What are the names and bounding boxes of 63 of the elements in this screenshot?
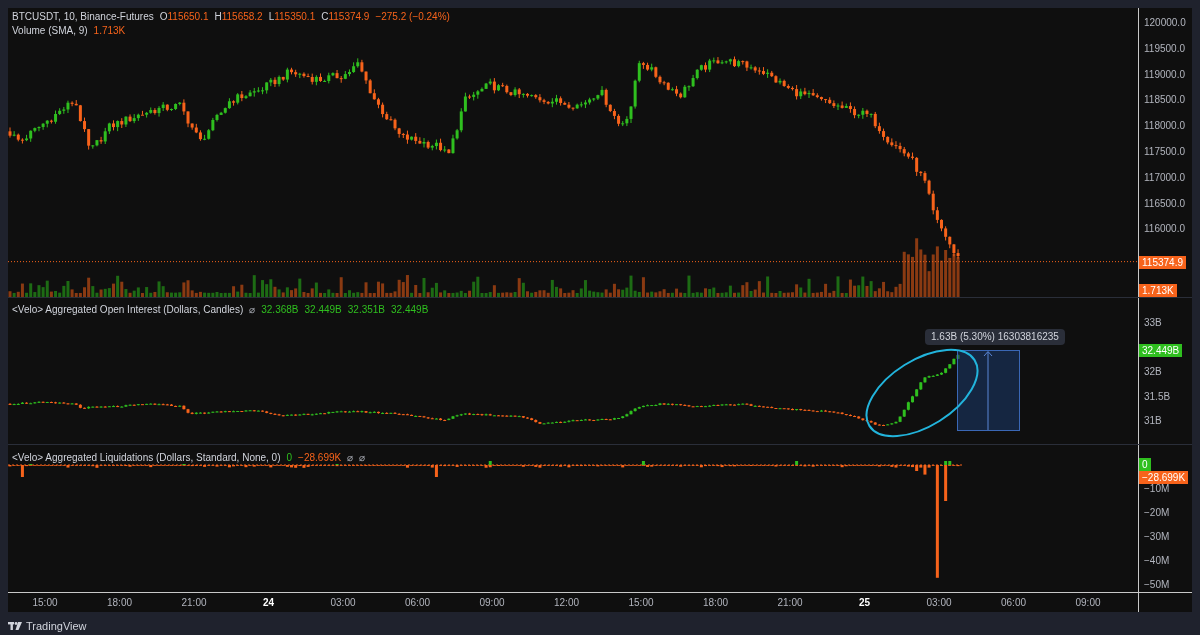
axis-label: 33B: [1144, 317, 1162, 329]
price-badge: 32.449B: [1139, 344, 1183, 357]
indicator-title: <Velo> Aggregated Open Interest (Dollars, Candles): [12, 304, 244, 316]
axis-label: 31B: [1144, 415, 1162, 427]
indicator-value: 32.449B: [304, 304, 342, 316]
axis-label: 117000.0: [1144, 171, 1185, 184]
time-label: 03:00: [330, 597, 356, 609]
price-badge: 115374.9: [1139, 256, 1186, 269]
volume-value: 1.713K: [93, 25, 126, 37]
brand-name: TradingView: [26, 619, 87, 634]
axis-label: −40M: [1144, 555, 1170, 567]
time-label: 06:00: [405, 597, 430, 609]
measure-tooltip: 1.63B (5.30%) 16303816235: [925, 329, 1065, 345]
time-label: 18:00: [703, 597, 728, 609]
indicator-value: 32.351B: [347, 304, 386, 316]
time-label: 21:00: [181, 597, 207, 609]
axis-label: 116000.0: [1144, 223, 1185, 236]
indicator-value: −28.699K: [298, 452, 342, 464]
price-badge: 0: [1139, 458, 1151, 471]
ohlc-label: H: [214, 11, 222, 23]
axis-label: 117500.0: [1144, 146, 1185, 158]
axis-label: 118000.0: [1144, 120, 1185, 133]
axis-label: 118500.0: [1144, 94, 1185, 107]
axis-label: −20M: [1144, 507, 1170, 519]
axis-label: −10M: [1144, 483, 1170, 495]
axis-label: −50M: [1144, 579, 1170, 591]
time-label: 09:00: [479, 597, 505, 609]
axis-label: −30M: [1144, 531, 1170, 543]
time-label: 25: [858, 597, 871, 609]
axis-label: 31.5B: [1144, 390, 1171, 403]
time-label: 12:00: [554, 597, 579, 609]
axis-label: 119000.0: [1144, 68, 1185, 81]
time-label: 09:00: [1075, 597, 1101, 609]
time-label: 06:00: [1001, 597, 1026, 609]
time-label: 15:00: [628, 597, 654, 609]
ohlc-label: L: [268, 11, 275, 23]
indicator-value: 32.368B: [261, 304, 299, 316]
indicator-value: 0: [286, 452, 293, 464]
ohlc-value: 115658.2: [221, 11, 263, 23]
price-change: −275.2 (−0.24%): [375, 11, 450, 23]
axis-label: 119500.0: [1144, 42, 1185, 55]
time-label: 18:00: [107, 597, 132, 609]
volume-label: Volume (SMA, 9): [12, 25, 88, 37]
ohlc-value: 115374.9: [328, 11, 370, 23]
ohlc-value: 115650.1: [167, 11, 209, 23]
time-label: 24: [262, 597, 275, 609]
axis-label: 32B: [1144, 366, 1162, 378]
hidden-icon[interactable]: ⌀: [347, 452, 354, 464]
hidden-icon[interactable]: ⌀: [249, 304, 256, 316]
axis-label: 116500.0: [1144, 197, 1185, 210]
symbol-title: BTCUSDT, 10, Binance-Futures: [12, 11, 154, 23]
time-label: 21:00: [777, 597, 803, 609]
time-label: 15:00: [32, 597, 58, 609]
time-label: 03:00: [926, 597, 952, 609]
ohlc-label: O: [159, 11, 168, 23]
ohlc-label: C: [321, 11, 329, 23]
price-badge: 1.713K: [1139, 284, 1177, 297]
axis-label: 120000.0: [1144, 17, 1186, 29]
price-badge: −28.699K: [1139, 471, 1189, 484]
hidden-icon[interactable]: ⌀: [359, 452, 366, 464]
indicator-value: 32.449B: [391, 304, 429, 316]
indicator-title: <Velo> Aggregated Liquidations (Dollars, Standard, None, 0): [12, 452, 281, 464]
ohlc-value: 115350.1: [274, 11, 316, 23]
